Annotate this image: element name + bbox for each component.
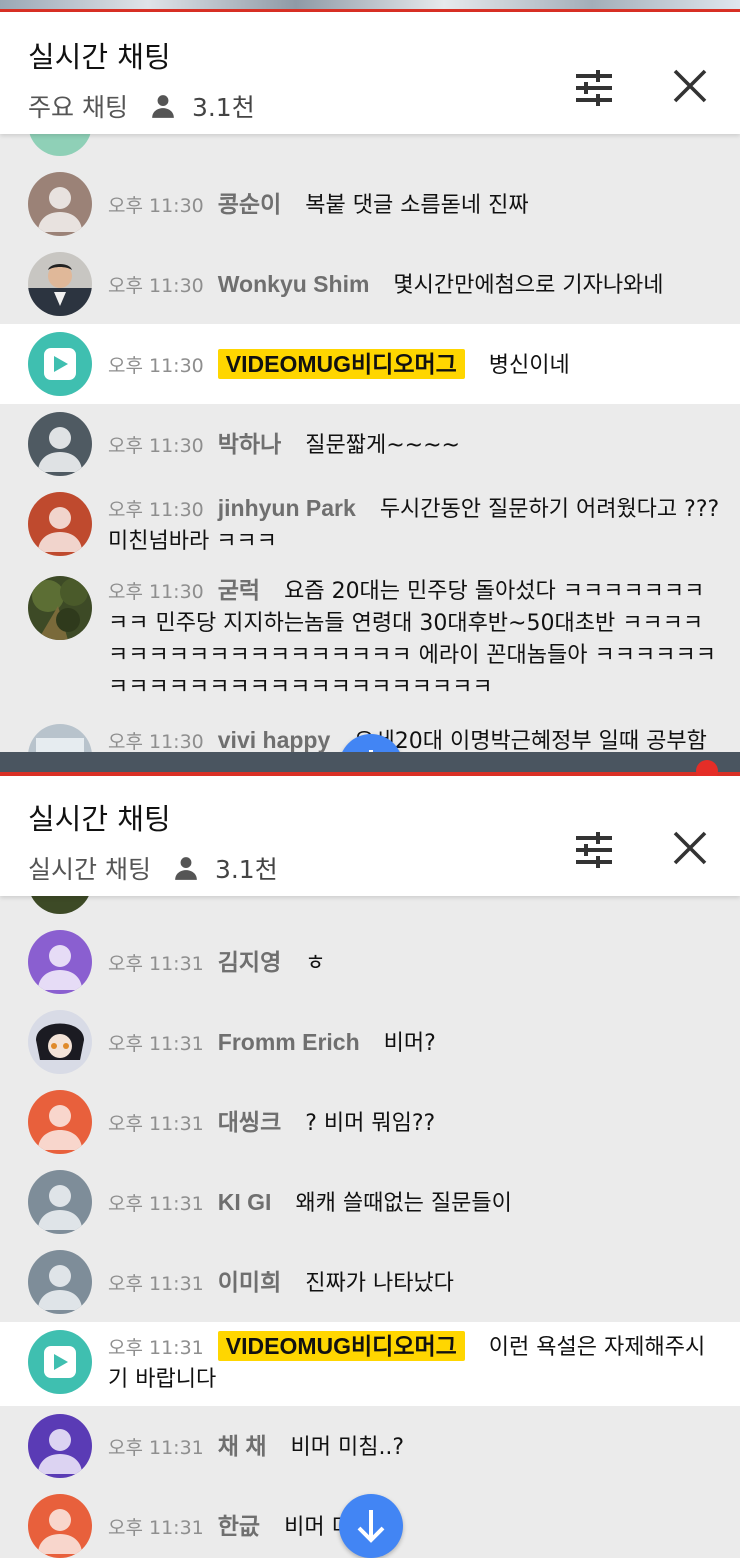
message-author[interactable]: Wonkyu Shim: [218, 271, 370, 297]
close-icon[interactable]: [672, 830, 708, 866]
avatar: [28, 1494, 92, 1558]
avatar: [28, 172, 92, 236]
moderator-badge-author[interactable]: VIDEOMUG비디오머그: [217, 1331, 465, 1361]
chat-message: 오후 11:31 KI GI 왜캐 쓸때없는 질문들이: [0, 1162, 740, 1242]
chat-message: 오후 11:31 김지영 ㅎ: [0, 922, 740, 1002]
message-text: 오세20대 이명박근혜정부 일때 공부함: [354, 729, 707, 754]
person-icon: [175, 857, 197, 880]
message-time: 오후 11:31: [108, 1337, 204, 1359]
avatar: [28, 252, 92, 316]
chat-header: 실시간 채팅 실시간 채팅 3.1천: [0, 774, 740, 896]
chat-message-moderator: 오후 11:31 VIDEOMUG비디오머그 이런 욕설은 자제해주시기 바랍니다: [0, 1322, 740, 1406]
viewer-count: 3.1천: [191, 93, 255, 122]
message-text: ? 비머 뭐임??: [305, 1111, 436, 1136]
message-author[interactable]: 대씽크: [218, 1109, 281, 1135]
chat-mode-label[interactable]: 주요 채팅: [28, 88, 128, 124]
chat-message: 오후 11:31 Fromm Erich 비머?: [0, 1002, 740, 1082]
chat-message: 오후 11:30 jinhyun Park 두시간동안 질문하기 어려웠다고 ???…: [0, 484, 740, 568]
avatar: [28, 1010, 92, 1074]
chat-message: 오후 11:30 Wonkyu Shim 몇시간만에첨으로 기자나와네: [0, 244, 740, 324]
message-author[interactable]: 김지영: [218, 949, 281, 975]
viewer-count: 3.1천: [214, 855, 278, 884]
chat-message: 오후 11:31 대씽크 ? 비머 뭐임??: [0, 1082, 740, 1162]
message-time: 오후 11:30: [108, 499, 204, 521]
chat-title: 실시간 채팅: [28, 802, 171, 836]
person-icon: [152, 95, 174, 118]
avatar: [28, 1414, 92, 1478]
avatar: [28, 1250, 92, 1314]
message-author[interactable]: 채 채: [218, 1433, 267, 1459]
message-author[interactable]: 콩순이: [218, 191, 281, 217]
chat-panel-top: 실시간 채팅 주요 채팅 3.1천 오후 11:30 콩순이 복붙 댓글 소름돋네 …: [0, 0, 740, 756]
videomug-logo-avatar: [28, 1330, 92, 1394]
message-time: 오후 11:31: [108, 1517, 204, 1539]
message-time: 오후 11:31: [108, 1113, 204, 1135]
avatar: [28, 492, 92, 556]
message-text: ㅎ: [305, 951, 326, 976]
chat-message: 오후 11:30 콩순이 복붙 댓글 소름돋네 진짜: [0, 164, 740, 244]
chat-message: 오후 11:31 이미희 진짜가 나타났다: [0, 1242, 740, 1322]
chat-title: 실시간 채팅: [28, 40, 171, 74]
message-text: 복붙 댓글 소름돋네 진짜: [305, 193, 529, 218]
avatar: [28, 576, 92, 640]
videomug-logo-avatar: [28, 332, 92, 396]
close-icon[interactable]: [672, 68, 708, 104]
message-text: 진짜가 나타났다: [305, 1271, 454, 1296]
message-time: 오후 11:30: [108, 195, 204, 217]
message-text: 질문짧게~~~~: [305, 433, 460, 458]
tune-icon[interactable]: [574, 830, 614, 870]
message-author[interactable]: 굳럭: [218, 577, 260, 603]
avatar: [28, 1090, 92, 1154]
message-time: 오후 11:30: [108, 581, 204, 603]
message-author[interactable]: 박하나: [218, 431, 281, 457]
message-text: 비머?: [383, 1031, 436, 1056]
message-author[interactable]: Fromm Erich: [218, 1029, 360, 1055]
scroll-to-bottom-button[interactable]: [339, 1494, 403, 1558]
avatar: [28, 1170, 92, 1234]
message-time: 오후 11:30: [108, 435, 204, 457]
chat-subheader[interactable]: 주요 채팅 3.1천: [28, 88, 255, 124]
message-author[interactable]: jinhyun Park: [218, 495, 356, 521]
chat-message: 오후 11:31 채 채 비머 미침..?: [0, 1406, 740, 1486]
message-author[interactable]: 이미희: [218, 1269, 281, 1295]
chat-panel-bottom: 실시간 채팅 실시간 채팅 3.1천 오후 11:31 김지영 ㅎ 오후 11:31…: [0, 756, 740, 1558]
chat-message: 오후 11:30 박하나 질문짧게~~~~: [0, 404, 740, 484]
message-time: 오후 11:31: [108, 1193, 204, 1215]
chat-subheader[interactable]: 실시간 채팅 3.1천: [28, 850, 278, 886]
chat-message: 오후 11:30 굳럭 요즘 20대는 민주당 돌아섰다 ㅋㅋㅋㅋㅋㅋㅋㅋㅋ 민주당…: [0, 568, 740, 716]
message-text: 비머 미침..?: [290, 1435, 405, 1460]
message-time: 오후 11:31: [108, 1273, 204, 1295]
tune-icon[interactable]: [574, 68, 614, 108]
arrow-down-icon: [357, 1510, 385, 1543]
message-time: 오후 11:31: [108, 953, 204, 975]
chat-header: 실시간 채팅 주요 채팅 3.1천: [0, 12, 740, 134]
message-author[interactable]: 한긊: [218, 1513, 260, 1539]
message-author[interactable]: vivi happy: [218, 727, 330, 753]
message-text: 몇시간만에첨으로 기자나와네: [393, 273, 664, 298]
video-thumbnail-strip: [0, 0, 740, 12]
message-time: 오후 11:30: [108, 355, 204, 377]
avatar: [28, 930, 92, 994]
chat-mode-label[interactable]: 실시간 채팅: [28, 850, 151, 886]
message-time: 오후 11:31: [108, 1437, 204, 1459]
moderator-badge-author[interactable]: VIDEOMUG비디오머그: [217, 349, 465, 379]
message-time: 오후 11:30: [108, 275, 204, 297]
avatar: [28, 412, 92, 476]
message-author[interactable]: KI GI: [218, 1189, 272, 1215]
chat-message-moderator: 오후 11:30 VIDEOMUG비디오머그 병신이네: [0, 324, 740, 404]
message-time: 오후 11:31: [108, 1033, 204, 1055]
message-time: 오후 11:30: [108, 731, 204, 753]
message-text: 병신이네: [488, 353, 570, 378]
message-text: 왜캐 쓸때없는 질문들이: [295, 1191, 512, 1216]
screenshot-divider: [0, 752, 740, 776]
